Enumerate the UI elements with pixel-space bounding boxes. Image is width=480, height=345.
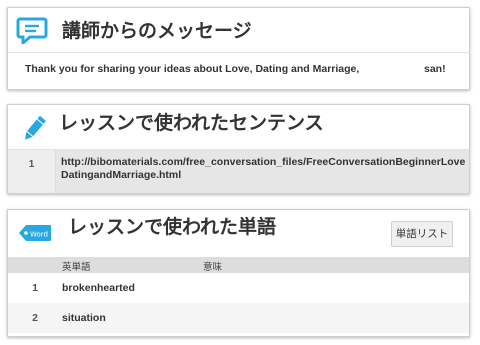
message-icon [16,17,48,44]
sentence-row-number: 1 [28,159,35,170]
table-row: 1 brokenhearted [8,273,469,303]
teacher-message-text: Thank you for sharing your ideas about L… [25,63,360,75]
sentence-text: http://bibomaterials.com/free_conversati… [61,156,466,181]
word-row-number: 1 [32,282,38,294]
word-list-button[interactable]: 単語リスト [391,221,453,247]
word-row-number: 2 [32,312,38,324]
tag-icon: Word [19,225,51,241]
column-header-meaning: 意味 [203,262,223,273]
tag-icon-text: Word [30,231,48,239]
lesson-words-header: Word レッスンで使われた単語 単語リスト [8,210,469,257]
sentence-cell: http://bibomaterials.com/free_conversati… [55,150,469,193]
teacher-message-body: Thank you for sharing your ideas about L… [8,53,469,90]
teacher-message-title: 講師からのメッセージ [62,20,252,42]
pencil-icon [25,116,46,140]
lesson-sentences-title: レッスンで使われたセンテンス [59,112,324,134]
teacher-message-header: 講師からのメッセージ [8,8,469,53]
words-table-header: 英単語 意味 [8,257,469,273]
column-header-word: 英単語 [62,262,91,273]
sentence-row: 1 http://bibomaterials.com/free_conversa… [8,150,469,193]
lesson-words-card: Word レッスンで使われた単語 単語リスト 英単語 意味 1 brokenhe… [7,209,470,337]
table-row: 2 situation [8,303,469,333]
lesson-sentences-card: レッスンで使われたセンテンス 1 http://bibomaterials.co… [7,104,470,194]
teacher-message-suffix: san! [424,63,446,75]
word-row-word: brokenhearted [62,282,135,294]
lesson-words-title: レッスンで使われた単語 [68,216,277,238]
lesson-sentences-header: レッスンで使われたセンテンス [8,105,469,150]
teacher-message-card: 講師からのメッセージ Thank you for sharing your id… [7,7,470,90]
word-row-word: situation [62,312,106,324]
